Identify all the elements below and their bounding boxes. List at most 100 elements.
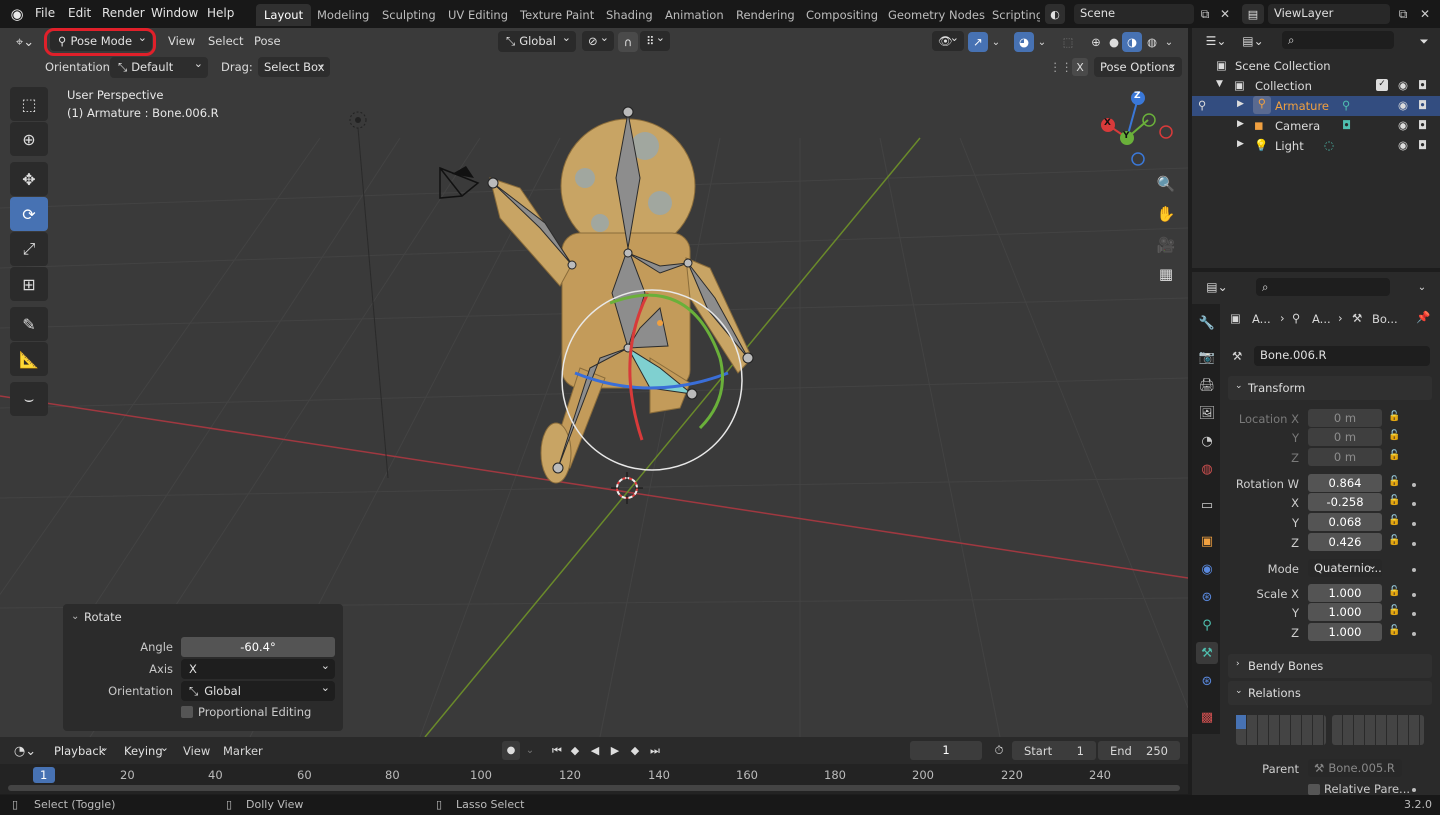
scene-tab-icon[interactable]: ◔	[1196, 430, 1218, 452]
location-y-field[interactable]: 0 m	[1308, 428, 1382, 446]
keying-dropdown-icon[interactable]: ⌄	[522, 741, 538, 760]
keyframe-dot-icon[interactable]	[1412, 593, 1416, 597]
jump-end-icon[interactable]: ⏭	[646, 741, 664, 760]
lock-icon[interactable]: 🔓	[1388, 605, 1400, 616]
render-tab-icon[interactable]: 📷	[1196, 346, 1218, 368]
rendered-shading-icon[interactable]: ◍	[1142, 32, 1162, 52]
select-box-tool[interactable]: ⬚	[10, 87, 48, 121]
camera-view-icon[interactable]: 🎥	[1152, 231, 1180, 259]
move-tool[interactable]: ✥	[10, 162, 48, 196]
keyframe-dot-icon[interactable]	[1412, 612, 1416, 616]
properties-editor-icon[interactable]: ▤⌄	[1202, 277, 1232, 297]
mirror-icon[interactable]: ⋮⋮	[1050, 58, 1073, 76]
keyframe-dot-icon[interactable]	[1412, 542, 1416, 546]
measure-tool[interactable]: 📐	[10, 342, 48, 376]
annotate-tool[interactable]: ✎	[10, 307, 48, 341]
ortho-grid-icon[interactable]: ▦	[1152, 260, 1180, 288]
xray-toggle-icon[interactable]: ⬚	[1058, 32, 1078, 52]
keyframe-dot-icon[interactable]	[1412, 788, 1416, 792]
menu-select[interactable]: Select	[208, 34, 243, 48]
camera-render-icon[interactable]: ◘	[1418, 118, 1427, 132]
tab-compositing[interactable]: Compositing	[798, 4, 886, 26]
camera-render-icon[interactable]: ◘	[1418, 138, 1427, 152]
viewlayer-browse-icon[interactable]: ▤	[1242, 4, 1264, 24]
shading-dropdown-icon[interactable]: ⌄	[1162, 32, 1176, 52]
tab-uv-editing[interactable]: UV Editing	[440, 4, 516, 26]
jump-start-icon[interactable]: ⏮	[548, 741, 566, 760]
expand-arrow-icon[interactable]: ▶	[1237, 119, 1244, 129]
menu-pose[interactable]: Pose	[254, 34, 281, 48]
transform-tool[interactable]: ⊞	[10, 267, 48, 301]
bendy-bones-panel-header[interactable]: › Bendy Bones	[1228, 654, 1432, 678]
delete-viewlayer-icon[interactable]: ✕	[1416, 5, 1434, 23]
menu-edit[interactable]: Edit	[68, 6, 91, 20]
material-shading-icon[interactable]: ◑	[1122, 32, 1142, 52]
menu-window[interactable]: Window	[151, 6, 198, 20]
timeline-ruler[interactable]: 1 20 40 60 80 100 120 140 160 180 200 22…	[0, 764, 1188, 794]
menu-view[interactable]: View	[168, 34, 195, 48]
scene-browse-icon[interactable]: ◐	[1045, 4, 1065, 24]
relative-parent-checkbox[interactable]	[1308, 784, 1320, 795]
properties-options-icon[interactable]: ⌄	[1414, 278, 1430, 296]
scene-name-field[interactable]: Scene	[1074, 4, 1194, 24]
transform-orientation-dropdown[interactable]: ⤡ Global	[498, 31, 576, 52]
pose-options-dropdown[interactable]: Pose Options	[1094, 57, 1182, 77]
tool-tab-icon[interactable]: 🔧	[1196, 312, 1218, 334]
overlays-dropdown-icon[interactable]: ⌄	[1036, 32, 1048, 52]
pose-tool[interactable]: ⌣	[10, 382, 48, 416]
lock-icon[interactable]: 🔓	[1388, 515, 1400, 526]
lock-icon[interactable]: 🔓	[1388, 476, 1400, 487]
navigation-gizmo[interactable]: Z X Y	[1100, 90, 1180, 170]
solid-shading-icon[interactable]: ●	[1104, 32, 1124, 52]
eye-icon[interactable]: ◉	[1398, 78, 1408, 92]
wireframe-shading-icon[interactable]: ⊕	[1086, 32, 1106, 52]
bone-constraints-tab-icon[interactable]: ⊛	[1196, 670, 1218, 692]
timeline-scrollbar[interactable]	[8, 785, 1180, 791]
expand-arrow-icon[interactable]: ▶	[1237, 99, 1244, 109]
current-frame-field[interactable]: 1	[910, 741, 982, 760]
constraints-tab-icon[interactable]: ⊛	[1196, 586, 1218, 608]
eye-icon[interactable]: ◉	[1398, 138, 1408, 152]
parent-field[interactable]: ⚒ Bone.005.R	[1308, 759, 1402, 777]
tab-scripting[interactable]: Scripting	[984, 4, 1040, 26]
rotate-tool[interactable]: ⟳	[10, 197, 48, 231]
object-tab-icon[interactable]: ▣	[1196, 530, 1218, 552]
collection-checkbox[interactable]: ✓	[1376, 79, 1388, 91]
location-x-field[interactable]: 0 m	[1308, 409, 1382, 427]
light-row[interactable]: ▶ 💡 Light ◌ ◉ ◘	[1192, 136, 1440, 156]
bone-name-field[interactable]: Bone.006.R	[1254, 346, 1430, 366]
gizmo-toggle-icon[interactable]: ↗	[968, 32, 988, 52]
marker-menu[interactable]: Marker	[223, 744, 263, 758]
relations-panel-header[interactable]: ⌄ Relations	[1228, 681, 1432, 705]
zoom-icon[interactable]: 🔍	[1152, 170, 1180, 198]
scene-collection-row[interactable]: ▣ Scene Collection	[1192, 56, 1440, 76]
rotation-w-field[interactable]: 0.864	[1308, 474, 1382, 492]
outliner-search-input[interactable]: ⌕	[1282, 31, 1394, 49]
keyframe-dot-icon[interactable]	[1412, 568, 1416, 572]
menu-file[interactable]: File	[35, 6, 55, 20]
new-scene-icon[interactable]: ⧉	[1196, 5, 1214, 23]
tab-modeling[interactable]: Modeling	[309, 4, 377, 26]
lock-icon[interactable]: 🔓	[1388, 535, 1400, 546]
playback-menu[interactable]: Playback	[46, 741, 114, 761]
editor-type-icon[interactable]: ⌖⌄	[10, 32, 40, 52]
keyframe-dot-icon[interactable]	[1412, 632, 1416, 636]
scale-z-field[interactable]: 1.000	[1308, 623, 1382, 641]
rotation-y-field[interactable]: 0.068	[1308, 513, 1382, 531]
properties-search-input[interactable]: ⌕	[1256, 278, 1390, 296]
camera-render-icon[interactable]: ◘	[1418, 78, 1427, 92]
lock-icon[interactable]: 🔓	[1388, 411, 1400, 422]
location-z-field[interactable]: 0 m	[1308, 448, 1382, 466]
snap-magnet-icon[interactable]: ∩	[618, 32, 638, 52]
pin-icon[interactable]: 📌	[1416, 310, 1430, 324]
menu-render[interactable]: Render	[102, 6, 145, 20]
view-layer-tab-icon[interactable]: 🖼	[1196, 402, 1218, 424]
timeline-editor-icon[interactable]: ◔⌄	[10, 741, 40, 761]
new-viewlayer-icon[interactable]: ⧉	[1394, 5, 1412, 23]
tab-rendering[interactable]: Rendering	[728, 4, 803, 26]
world-tab-icon[interactable]: ◍	[1196, 458, 1218, 480]
lock-icon[interactable]: 🔓	[1388, 586, 1400, 597]
scale-y-field[interactable]: 1.000	[1308, 603, 1382, 621]
physics-tab-icon[interactable]: ◉	[1196, 558, 1218, 580]
tab-animation[interactable]: Animation	[657, 4, 732, 26]
